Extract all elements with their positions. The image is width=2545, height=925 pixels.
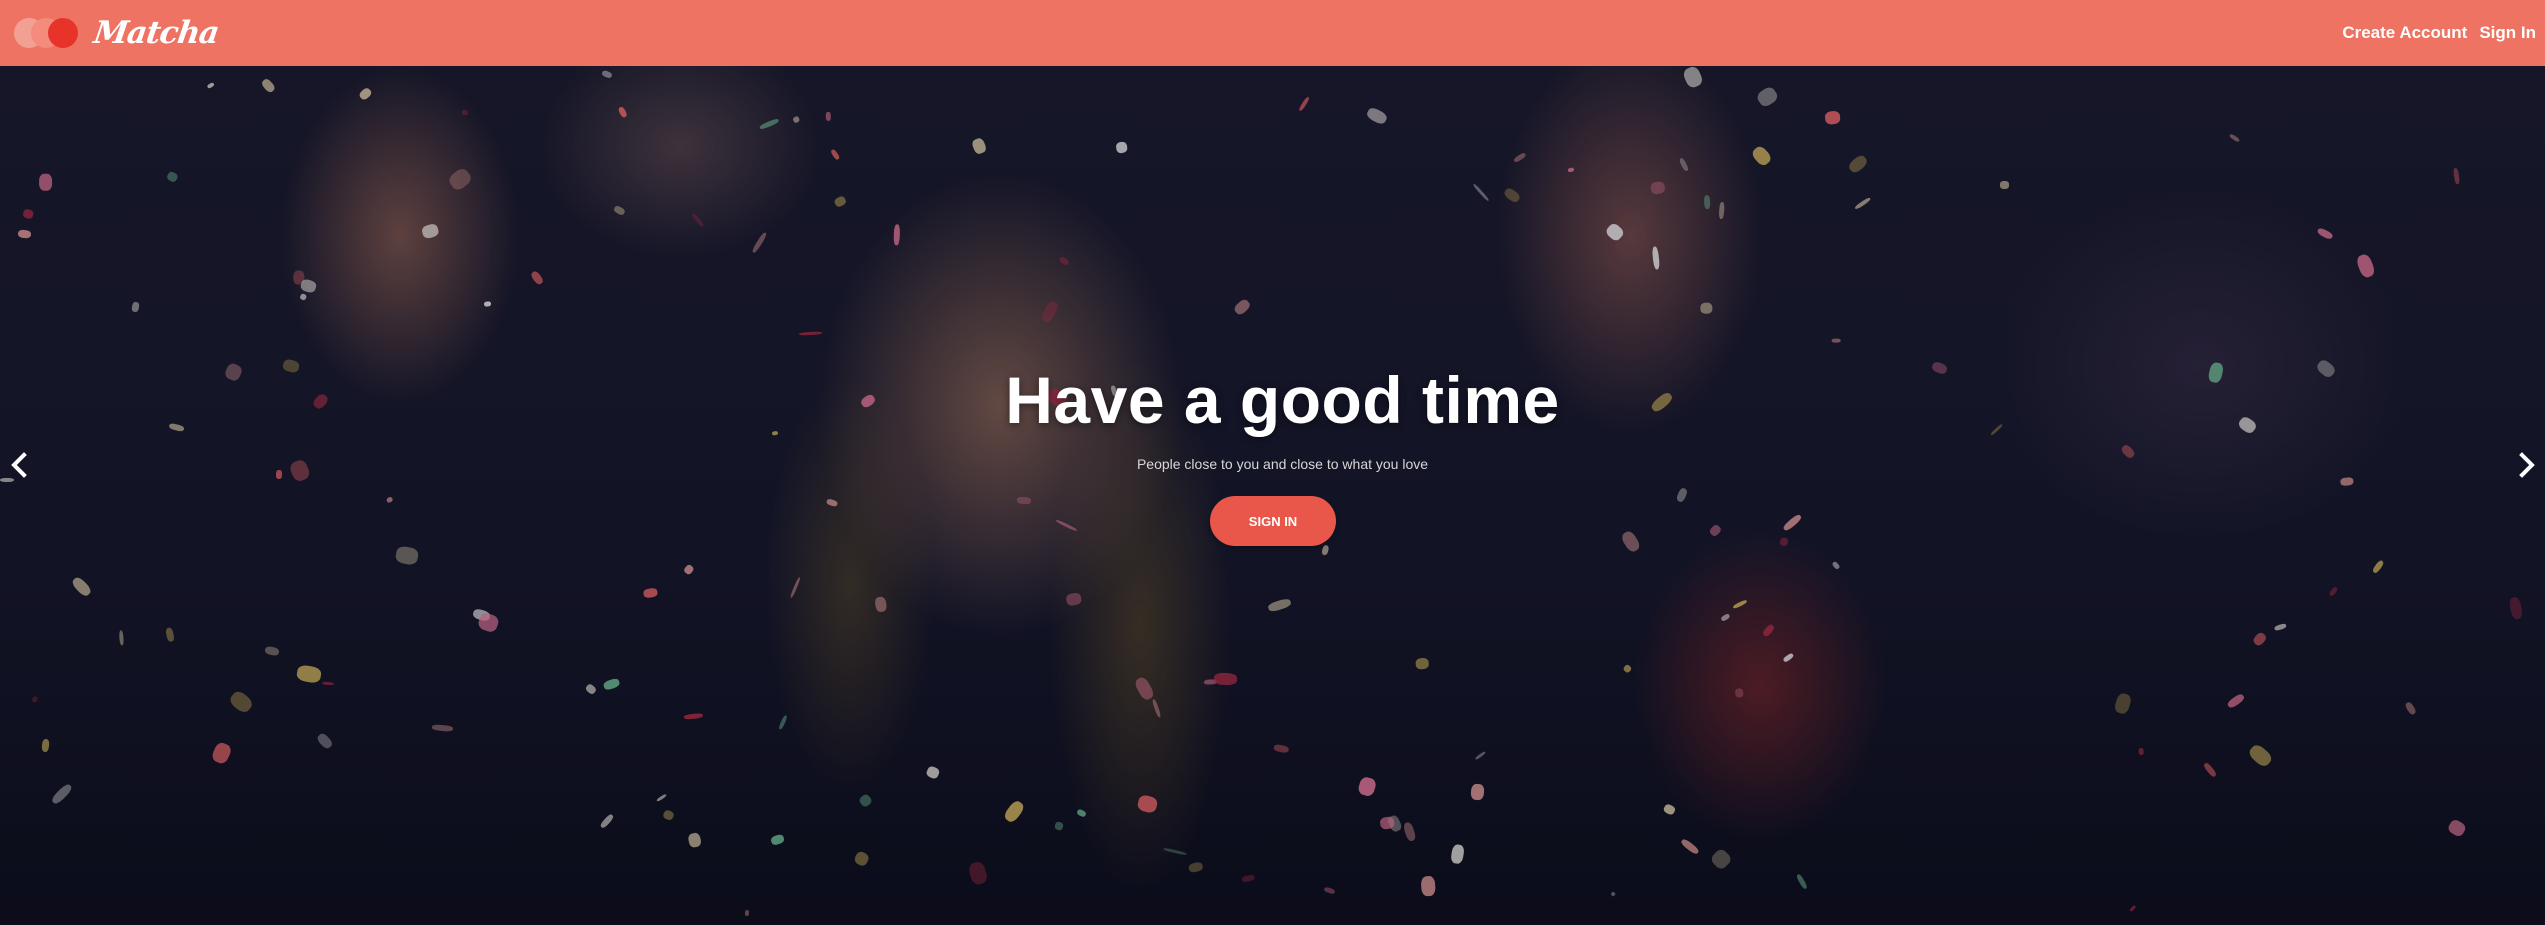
top-navbar: Matcha Create Account Sign In [0,0,2545,66]
chevron-left-icon [11,452,27,478]
nav-links: Create Account Sign In [2341,19,2537,47]
brand[interactable]: Matcha [14,15,221,51]
brand-name: Matcha [91,15,221,51]
chevron-right-icon [2519,452,2535,478]
hero-carousel: Have a good time People close to you and… [0,66,2545,925]
sign-in-button[interactable]: SIGN IN [1210,496,1336,546]
carousel-next-button[interactable] [2512,447,2542,483]
sign-in-link[interactable]: Sign In [2478,19,2537,47]
brand-logo-icon [14,15,84,51]
carousel-prev-button[interactable] [4,447,34,483]
create-account-link[interactable]: Create Account [2341,19,2468,47]
logo-circle-3 [48,18,78,48]
